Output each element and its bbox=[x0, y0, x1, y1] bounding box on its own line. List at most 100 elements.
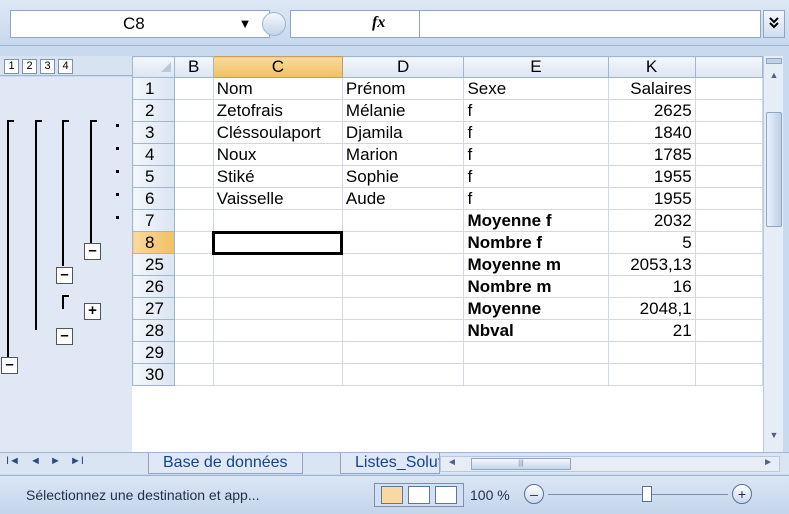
outline-expand-button[interactable]: + bbox=[84, 303, 101, 320]
zoom-out-button[interactable]: – bbox=[524, 484, 544, 504]
sheet-tab-listes-solutions[interactable]: Listes_Soluti bbox=[340, 453, 440, 474]
first-sheet-icon[interactable]: I◄ bbox=[6, 455, 20, 467]
cell-k[interactable]: 2032 bbox=[607, 209, 696, 232]
cell-blank[interactable] bbox=[694, 187, 763, 210]
cell-e[interactable]: f bbox=[463, 99, 609, 122]
column-header-k[interactable]: K bbox=[607, 56, 696, 78]
cell-k[interactable] bbox=[607, 341, 696, 364]
scroll-left-icon[interactable]: ◄ bbox=[447, 457, 457, 468]
cell-blank[interactable] bbox=[694, 253, 763, 276]
cell-blank[interactable] bbox=[694, 297, 763, 320]
cell-b[interactable] bbox=[173, 165, 214, 188]
cell-b[interactable] bbox=[173, 231, 214, 254]
cell-k[interactable]: 1840 bbox=[607, 121, 696, 144]
outline-level-4-button[interactable]: 4 bbox=[58, 59, 73, 74]
cell-blank[interactable] bbox=[694, 341, 763, 364]
column-header-d[interactable]: D bbox=[341, 56, 465, 78]
cell-c[interactable]: Stiké bbox=[212, 165, 343, 188]
cell-blank[interactable] bbox=[694, 77, 763, 100]
outline-collapse-button[interactable]: – bbox=[56, 267, 73, 284]
cell-blank[interactable] bbox=[694, 121, 763, 144]
cell-d[interactable] bbox=[341, 297, 465, 320]
last-sheet-icon[interactable]: ►I bbox=[70, 455, 84, 467]
cell-b[interactable] bbox=[173, 121, 214, 144]
cell-blank[interactable] bbox=[694, 143, 763, 166]
outline-collapse-button[interactable]: – bbox=[56, 328, 73, 345]
normal-view-icon[interactable] bbox=[381, 486, 403, 504]
cell-d[interactable] bbox=[341, 209, 465, 232]
cell-e[interactable] bbox=[463, 341, 609, 364]
zoom-in-button[interactable]: + bbox=[732, 484, 752, 504]
scroll-right-icon[interactable]: ► bbox=[763, 457, 773, 468]
page-break-view-icon[interactable] bbox=[435, 486, 457, 504]
horizontal-scroll-thumb[interactable]: ||| bbox=[471, 458, 571, 470]
row-header[interactable]: 3 bbox=[132, 121, 175, 144]
cell-c[interactable] bbox=[212, 319, 343, 342]
outline-level-3-button[interactable]: 3 bbox=[40, 59, 55, 74]
cell-blank[interactable] bbox=[694, 275, 763, 298]
row-header[interactable]: 26 bbox=[132, 275, 175, 298]
cell-c[interactable] bbox=[212, 297, 343, 320]
formula-cancel-icon[interactable] bbox=[262, 12, 286, 36]
cell-d[interactable]: Marion bbox=[341, 143, 465, 166]
next-sheet-icon[interactable]: ► bbox=[50, 455, 61, 467]
cell-d[interactable]: Djamila bbox=[341, 121, 465, 144]
row-header[interactable]: 27 bbox=[132, 297, 175, 320]
cell-d[interactable] bbox=[341, 363, 465, 386]
cell-e[interactable]: Sexe bbox=[463, 77, 609, 100]
row-header[interactable]: 30 bbox=[132, 363, 175, 386]
cell-d[interactable]: Aude bbox=[341, 187, 465, 210]
outline-collapse-button[interactable]: – bbox=[84, 243, 101, 260]
cell-c[interactable]: Nom bbox=[212, 77, 343, 100]
scroll-down-icon[interactable]: ▼ bbox=[766, 428, 782, 442]
cell-e[interactable]: Moyenne m bbox=[463, 253, 609, 276]
cell-b[interactable] bbox=[173, 143, 214, 166]
row-header[interactable]: 6 bbox=[132, 187, 175, 210]
cell-b[interactable] bbox=[173, 209, 214, 232]
row-header[interactable]: 29 bbox=[132, 341, 175, 364]
cell-b[interactable] bbox=[173, 363, 214, 386]
insert-function-button[interactable]: fx bbox=[372, 14, 385, 32]
cell-k[interactable]: 2053,13 bbox=[607, 253, 696, 276]
outline-level-2-button[interactable]: 2 bbox=[22, 59, 37, 74]
cell-c[interactable] bbox=[212, 275, 343, 298]
cell-e[interactable]: f bbox=[463, 187, 609, 210]
cell-k[interactable]: Salaires bbox=[607, 77, 696, 100]
cell-b[interactable] bbox=[173, 297, 214, 320]
column-header-e[interactable]: E bbox=[463, 56, 609, 78]
column-header-blank[interactable] bbox=[694, 56, 763, 78]
cell-d[interactable]: Mélanie bbox=[341, 99, 465, 122]
cell-d[interactable]: Prénom bbox=[341, 77, 465, 100]
cell-c[interactable]: Cléssoulaport bbox=[212, 121, 343, 144]
cell-e[interactable] bbox=[463, 363, 609, 386]
row-header[interactable]: 2 bbox=[132, 99, 175, 122]
zoom-level[interactable]: 100 % bbox=[470, 487, 510, 503]
cell-b[interactable] bbox=[173, 341, 214, 364]
cell-d[interactable] bbox=[341, 341, 465, 364]
cell-k[interactable] bbox=[607, 363, 696, 386]
cell-blank[interactable] bbox=[694, 231, 763, 254]
cell-d[interactable] bbox=[341, 253, 465, 276]
cell-e[interactable]: Moyenne f bbox=[463, 209, 609, 232]
cell-blank[interactable] bbox=[694, 165, 763, 188]
row-header[interactable]: 8 bbox=[132, 231, 175, 254]
cell-d[interactable] bbox=[341, 319, 465, 342]
cell-b[interactable] bbox=[173, 99, 214, 122]
cell-b[interactable] bbox=[173, 275, 214, 298]
cell-e[interactable]: Moyenne bbox=[463, 297, 609, 320]
cell-e[interactable]: Nombre m bbox=[463, 275, 609, 298]
cell-blank[interactable] bbox=[694, 363, 763, 386]
chevron-down-icon[interactable]: ▼ bbox=[230, 10, 260, 38]
cell-c[interactable] bbox=[212, 341, 343, 364]
cell-d[interactable] bbox=[341, 231, 465, 254]
cell-c[interactable] bbox=[212, 253, 343, 276]
split-handle[interactable] bbox=[766, 58, 782, 64]
cell-k[interactable]: 16 bbox=[607, 275, 696, 298]
cell-d[interactable] bbox=[341, 275, 465, 298]
select-all-corner[interactable] bbox=[132, 56, 175, 78]
vertical-scroll-thumb[interactable] bbox=[766, 112, 782, 227]
cell-c[interactable] bbox=[212, 363, 343, 386]
prev-sheet-icon[interactable]: ◄ bbox=[30, 455, 41, 467]
cell-e[interactable]: f bbox=[463, 143, 609, 166]
cell-k[interactable]: 2625 bbox=[607, 99, 696, 122]
